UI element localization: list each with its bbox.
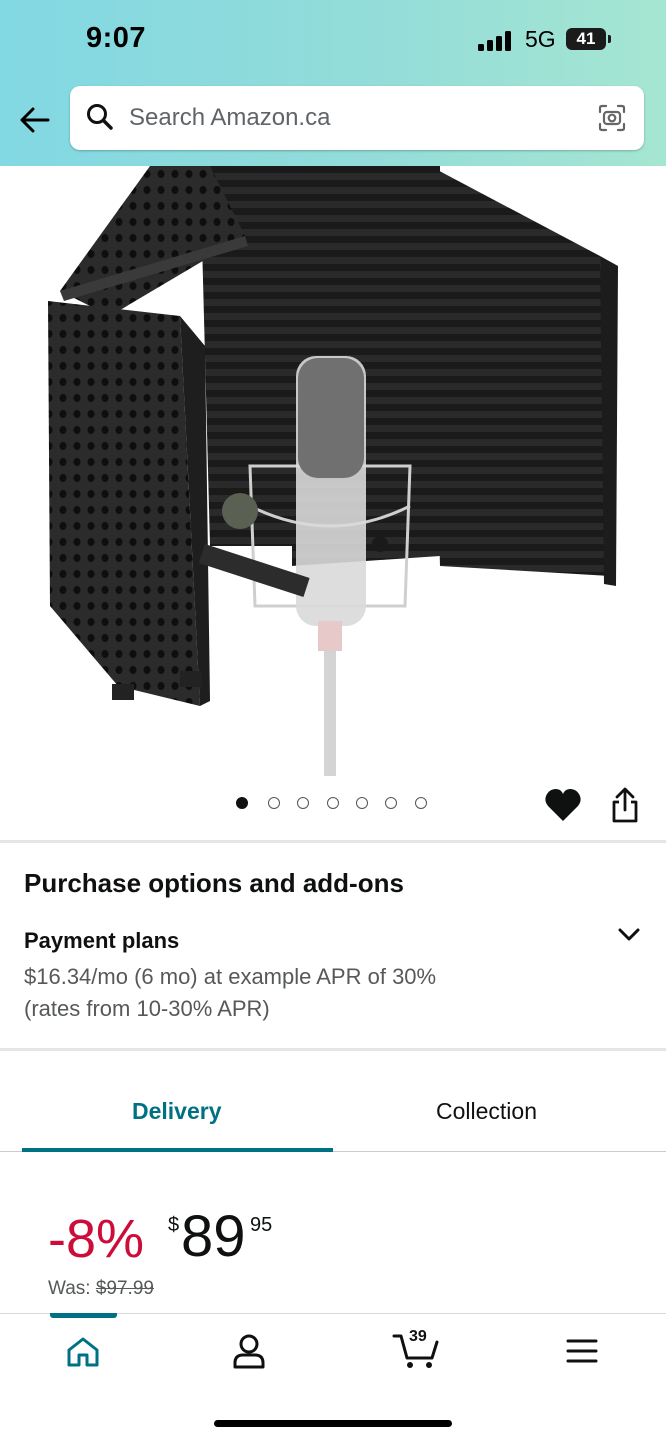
cart-count: 39 (409, 1328, 427, 1345)
tab-delivery[interactable]: Delivery (132, 1098, 222, 1125)
status-time: 9:07 (86, 22, 147, 54)
signal-icon (478, 31, 518, 51)
chevron-down-icon[interactable] (616, 925, 642, 945)
carousel-dot[interactable] (356, 797, 368, 809)
search-icon (87, 104, 113, 130)
tab-collection[interactable]: Collection (436, 1098, 537, 1125)
home-indicator (214, 1420, 452, 1427)
price-whole: 89 (181, 1204, 246, 1269)
nav-active-indicator (50, 1313, 117, 1318)
was-price: Was: $97.99 (48, 1278, 154, 1300)
carousel-dot[interactable] (415, 797, 427, 809)
search-input[interactable] (127, 100, 571, 136)
carousel-dot[interactable] (385, 797, 397, 809)
discount-percent: -8% (48, 1209, 145, 1269)
carousel-dot[interactable] (327, 797, 339, 809)
share-icon[interactable] (608, 786, 642, 824)
network-type: 5G (525, 26, 556, 52)
menu-icon[interactable] (566, 1338, 598, 1364)
search-bar[interactable] (70, 86, 644, 150)
heart-icon[interactable] (544, 787, 582, 823)
payment-plan-detail: $16.34/mo (6 mo) at example APR of 30% (24, 964, 437, 989)
account-icon[interactable] (232, 1333, 266, 1369)
divider (0, 1048, 666, 1051)
carousel-dot[interactable] (268, 797, 280, 809)
was-label: Was: (48, 1278, 91, 1299)
purchase-options-title: Purchase options and add-ons (24, 868, 404, 898)
battery-icon: 41 (566, 28, 611, 50)
active-tab-indicator (22, 1148, 333, 1152)
price-fraction: 95 (250, 1214, 273, 1236)
back-arrow-icon[interactable] (18, 103, 52, 137)
divider (0, 840, 666, 843)
carousel-dot[interactable] (297, 797, 309, 809)
product-image[interactable] (0, 166, 666, 776)
price-currency: $ (168, 1214, 180, 1236)
camera-search-icon[interactable] (596, 102, 628, 134)
payment-plans-label: Payment plans (24, 928, 180, 953)
home-icon[interactable] (66, 1336, 100, 1368)
carousel-dot[interactable] (236, 797, 248, 809)
payment-plan-rates: (rates from 10-30% APR) (24, 996, 270, 1021)
was-price-value: $97.99 (95, 1278, 154, 1299)
